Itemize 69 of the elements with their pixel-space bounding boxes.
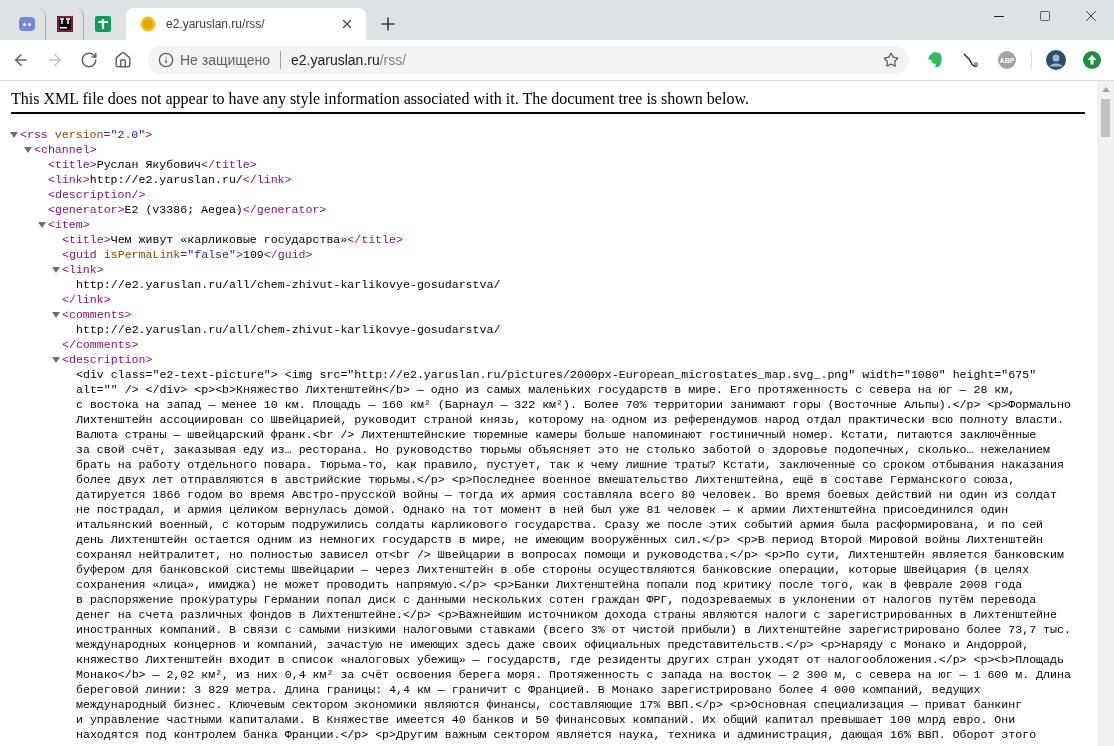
info-icon	[158, 52, 174, 68]
xml-tag: <channel>	[34, 142, 97, 157]
collapse-triangle-icon[interactable]	[10, 130, 18, 139]
collapse-triangle-icon[interactable]	[52, 355, 60, 364]
forward-icon	[46, 51, 64, 69]
xml-text-line: датируется 1866 годом во время Австро-прусской войны — тогда их армия составляла всего 80 человек. Во время боевых действий ни один из солдат	[76, 487, 1057, 502]
xml-text-line: сохранения «лица», имиджа) не может проводить напрямую.</p> <p>Банки Лихтенштейна попали под критику после того, как в феврале 2008 года	[76, 577, 1023, 592]
xml-text-line: более двух лет отправляются в австрийские тюрьмы.</p> <p>Последнее военное вмешательство Лихтенштейна, ещё в составе Германского союза,	[76, 472, 1016, 487]
xml-text-line: http://e2.yaruslan.ru/all/chem-zhivut-karlikovye-gosudarstva/	[76, 277, 501, 292]
xml-text-line: международный бизнес. Ключевым сектором экономики являются финансы, составляющие 17% ВВП.</p> <p>Основная специализация — приват банкинг	[76, 697, 1023, 712]
xml-text-line: с востока на запад — менее 10 км. Площадь — 160 км² (Барнаул — 322 км²). Более 70% территории занимают горы (Восточные Альпы).</p> <p>Формально	[76, 397, 1071, 412]
xml-text-line: Лихтенштейн ассоциирован со Швейцарией, руководит страной князь, которому на одном из референдумов народ отдал практически всю полноту власти.	[76, 412, 1064, 427]
scrollbar[interactable]	[1097, 81, 1114, 746]
address-bar[interactable]: Не защищено e2.yaruslan.ru/rss/	[148, 46, 909, 74]
xml-text-line: сохранял нейтралитет, но полностью зависел от<br /> Швейцарии в вопросах помощи и руководства.</p> <p>По сути, Лихтенштейн является банковским	[76, 547, 1064, 562]
xml-text-line: в распоряжение прокуратуры Германии попал диск с данными нескольких сотен граждан ФРГ, подозреваемых в уклонении от налогов путём перевода	[76, 592, 1037, 607]
close-icon	[340, 17, 354, 31]
xml-text-line: день Лихтенштейн остается одним из немногих государств в мире, не имеющим вооружённых сил.</p> <p>В период Второй Мировой войны Лихтенштейн	[76, 532, 1044, 547]
xml-text-line: денег на счета различных фондов в Лихтенштейне.</p> <p>Важнейшим источником дохода страны являются налоги с зарегистрированных в Лихтенштейне	[76, 607, 1057, 622]
security-label: Не защищено	[180, 52, 270, 68]
xml-text-line: итальянский военный, с которым подружились солдаты карликового государства. Сразу же после этих событий армия была расформирована, и по сей	[76, 517, 1044, 532]
coin-icon	[140, 16, 156, 32]
xml-element-line: <guid isPermaLink="false">109</guid>	[62, 247, 313, 262]
collapse-triangle-icon[interactable]	[38, 220, 46, 229]
xml-text-line: Монако</b> — 2,02 км², из них 0,4 км² за счёт освоения берега моря. Протяженность с запада на восток — 2 300 м, с севера на юг — 1 600 м. Длина	[76, 667, 1071, 682]
maximize-icon	[1039, 10, 1051, 22]
xml-text-line: Валюта страны — швейцарский франк.<br /> Лихтенштейнские тюремные камеры больше напоминают гостиничный номер. Кстати, питаются заключённые	[76, 427, 1037, 442]
xml-tag: </link>	[62, 292, 111, 307]
xml-text-line: за свой счёт, заказывая еду из… ресторана. Но руководство тюрьмы объясняет это не столько заботой о здоровье подопечных, сколько… нежеланием	[76, 442, 1051, 457]
xml-tag: <rss version="2.0">	[20, 127, 153, 142]
letters-tile-icon	[56, 16, 73, 32]
xml-element-line: <link>http://e2.yaruslan.ru/</link>	[48, 172, 292, 187]
star-icon	[883, 52, 899, 68]
url-text: e2.yaruslan.ru/rss/	[291, 52, 408, 68]
collapse-triangle-icon[interactable]	[52, 310, 60, 319]
xml-text-line: брать на работу отдельного повара. Тюрьма-то, как правило, пустует, так к чему лишние траты? Кстати, заключенные со сроком отбывания наказания	[76, 457, 1064, 472]
xml-element-line: <generator>E2 (v3386; Aegea)</generator>	[48, 202, 327, 217]
back-icon	[12, 51, 30, 69]
plus-tile-icon	[95, 16, 111, 32]
xml-text-line: и управление частными капиталами. В Княжестве имеется 40 банков и 50 финансовых компаний. Их общий капитал превышает 100 млрд евро. Они	[76, 712, 1016, 727]
xml-tag: <item>	[48, 217, 90, 232]
avatar-icon	[1046, 50, 1066, 70]
browser-tab[interactable]: e2.yaruslan.ru/rss/	[126, 8, 366, 40]
collapse-triangle-icon[interactable]	[52, 265, 60, 274]
xml-text-line: находятся под контролем банка Франции.</p> <p>Другим важным сектором является наука, техника и администрация, дающая 16% ВВП. Оборот этого	[76, 727, 1037, 742]
xml-element-line: <title>Руслан Якубович</title>	[48, 157, 257, 172]
xml-tag: <comments>	[62, 307, 132, 322]
reload-icon	[80, 51, 98, 69]
game-controller-icon	[18, 16, 35, 32]
scrollbar-thumb[interactable]	[1101, 99, 1110, 137]
xml-text-line: alt="" /> </div> <p><b>Княжество Лихтенштейн</b> — одно из самых маленьких государств в мире. Его протяженность с севера на юг — 28 км,	[76, 382, 1016, 397]
home-icon	[114, 51, 132, 69]
xml-text-line: береговой линии: 3 829 метра. Длина границы: 4,4 км — граничит с Францией. В Монако зарегистрировано более 4 000 компаний, ведущих	[76, 682, 981, 697]
collapse-triangle-icon[interactable]	[24, 145, 32, 154]
xml-tag: <link>	[62, 262, 104, 277]
xml-text-line: иностранных компаний. В связи с самыми низкими налоговыми ставками (всего 3% от чистой прибыли) в Лихтенштейне зарегистрировано более 73,7 тыс.	[76, 622, 1071, 637]
xml-text-line: <div class="e2-text-picture"> <img src="http://e2.yaruslan.ru/pictures/2000px-European_microstates_map.svg_.png" width="1080" height="675"	[76, 367, 1037, 382]
xml-text-line: буфером для банковской системы Швейцарии — через Лихтенштейн в обе стороны осуществляются банковские операции, которые Швейцария (в целях	[76, 562, 1030, 577]
xml-tag: <description>	[62, 352, 153, 367]
xml-text-line: международных концернов и компаний, зачастую не имеющих здесь даже своих официальных представительств.</p> <p>Наряду с Монако и Андоррой,	[76, 637, 1030, 652]
xml-element-line: <title>Чем живут «карликовые государства»</title>	[62, 232, 403, 247]
notice-text: This XML file does not appear to have any style information associated with it. The document tree is shown below.	[11, 89, 1085, 114]
tab-title: e2.yaruslan.ru/rss/	[166, 17, 266, 31]
xml-element-line: <description/>	[48, 187, 146, 202]
minimize-icon	[994, 15, 1004, 17]
xml-text-line: не пострадал, и армия целиком вернулась домой. Однако на тот момент в ней был уже 81 человек — к армии Лихтенштейна присоединился один	[76, 502, 1009, 517]
xml-tag: </comments>	[62, 337, 139, 352]
xml-text-line: http://e2.yaruslan.ru/all/chem-zhivut-karlikovye-gosudarstva/	[76, 322, 501, 337]
xml-text-line: княжество Лихтенштейн входит в список «налоговых убежищ» — государств, где резиденты других стран уходят от налогообложения.</p> <p><b>Площадь	[76, 652, 1064, 667]
